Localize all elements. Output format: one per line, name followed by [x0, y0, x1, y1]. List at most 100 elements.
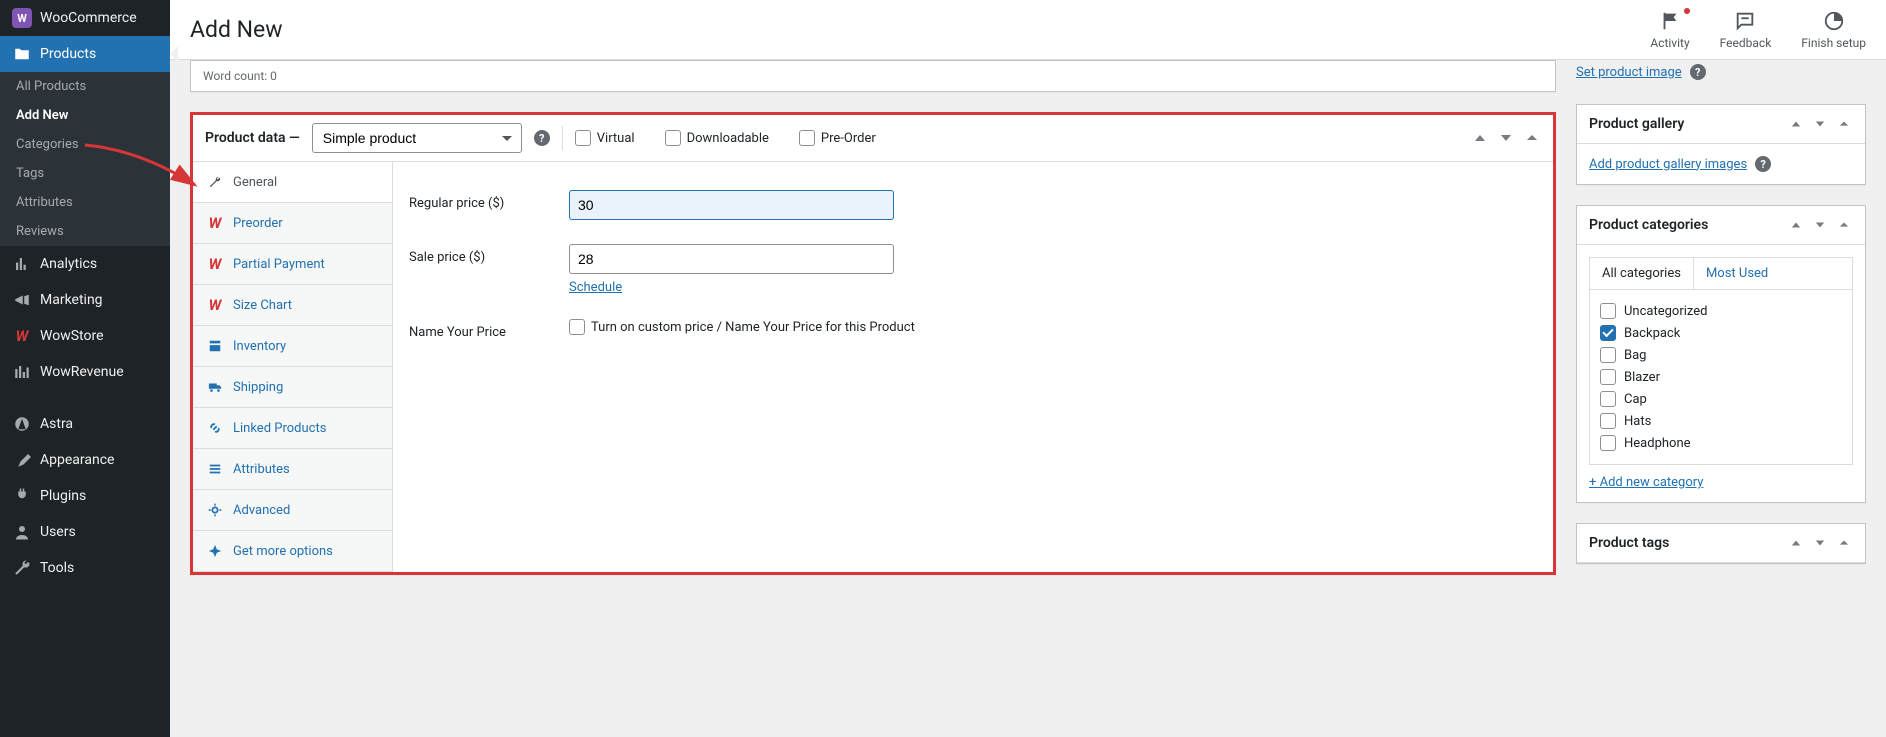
category-label: Bag: [1624, 348, 1646, 363]
tab-shipping[interactable]: Shipping: [193, 367, 392, 408]
toggle-panel-icon[interactable]: [1835, 534, 1853, 552]
category-label: Backpack: [1624, 326, 1680, 341]
tab-size-chart[interactable]: W Size Chart: [193, 285, 392, 326]
category-hats[interactable]: Hats: [1600, 410, 1842, 432]
feedback-button[interactable]: Feedback: [1720, 10, 1772, 50]
move-up-icon[interactable]: [1787, 115, 1805, 133]
sidebar-item-wowstore[interactable]: W WowStore: [0, 318, 170, 354]
sidebar-item-reviews[interactable]: Reviews: [0, 217, 170, 246]
add-gallery-images-link[interactable]: Add product gallery images: [1589, 157, 1747, 172]
wrench-icon: [207, 174, 223, 190]
downloadable-checkbox[interactable]: Downloadable: [665, 130, 769, 146]
toggle-panel-icon[interactable]: [1835, 216, 1853, 234]
woocommerce-logo-icon: W: [12, 8, 32, 28]
tab-preorder[interactable]: W Preorder: [193, 203, 392, 244]
category-bag[interactable]: Bag: [1600, 344, 1842, 366]
toggle-panel-icon[interactable]: [1523, 129, 1541, 147]
name-your-price-checkbox[interactable]: Turn on custom price / Name Your Price f…: [569, 319, 915, 335]
product-data-panel: Product data — Simple product ? Virtual: [190, 112, 1556, 575]
help-icon[interactable]: ?: [1755, 156, 1771, 172]
category-headphone[interactable]: Headphone: [1600, 432, 1842, 454]
product-type-select[interactable]: Simple product: [312, 123, 522, 153]
checkbox-icon: [575, 130, 591, 146]
move-up-icon[interactable]: [1471, 129, 1489, 147]
sidebar-item-add-new[interactable]: Add New: [0, 101, 170, 130]
finish-setup-button[interactable]: Finish setup: [1801, 10, 1866, 50]
schedule-link[interactable]: Schedule: [569, 280, 622, 295]
category-label: Headphone: [1624, 436, 1691, 451]
add-new-category-link[interactable]: + Add new category: [1589, 475, 1853, 490]
wow-icon: W: [207, 297, 223, 313]
move-down-icon[interactable]: [1811, 216, 1829, 234]
sidebar-item-products[interactable]: Products: [0, 36, 170, 72]
wow-icon: W: [207, 215, 223, 231]
sidebar-item-categories[interactable]: Categories: [0, 130, 170, 159]
tab-all-categories[interactable]: All categories: [1590, 258, 1694, 289]
panel-title: Product categories: [1589, 217, 1708, 233]
category-uncategorized[interactable]: Uncategorized: [1600, 300, 1842, 322]
tab-label: Size Chart: [233, 298, 292, 313]
sidebar-item-tools[interactable]: Tools: [0, 550, 170, 586]
checkbox-icon: [1600, 347, 1616, 363]
move-down-icon[interactable]: [1497, 129, 1515, 147]
category-blazer[interactable]: Blazer: [1600, 366, 1842, 388]
sparkle-icon: [207, 543, 223, 559]
tab-partial-payment[interactable]: W Partial Payment: [193, 244, 392, 285]
tab-label: Get more options: [233, 544, 333, 559]
sidebar-label: Tools: [40, 560, 74, 576]
help-icon[interactable]: ?: [1690, 64, 1706, 80]
sale-price-input[interactable]: [569, 244, 894, 274]
sidebar-label: Products: [40, 46, 96, 62]
sidebar-item-astra[interactable]: Astra: [0, 406, 170, 442]
sidebar-item-attributes[interactable]: Attributes: [0, 188, 170, 217]
tab-linked-products[interactable]: Linked Products: [193, 408, 392, 449]
toggle-panel-icon[interactable]: [1835, 115, 1853, 133]
sidebar-item-marketing[interactable]: Marketing: [0, 282, 170, 318]
tab-label: Shipping: [233, 380, 283, 395]
checkbox-icon: [1600, 413, 1616, 429]
regular-price-input[interactable]: [569, 190, 894, 220]
wow-icon: W: [207, 256, 223, 272]
sidebar-item-users[interactable]: Users: [0, 514, 170, 550]
move-down-icon[interactable]: [1811, 115, 1829, 133]
tab-advanced[interactable]: Advanced: [193, 490, 392, 531]
sidebar-item-appearance[interactable]: Appearance: [0, 442, 170, 478]
checkbox-label: Pre-Order: [821, 131, 876, 146]
category-label: Uncategorized: [1624, 304, 1707, 319]
help-icon[interactable]: ?: [534, 130, 550, 146]
astra-icon: [12, 414, 32, 434]
sidebar-item-wowrevenue[interactable]: WowRevenue: [0, 354, 170, 390]
topbar-label: Activity: [1650, 36, 1689, 50]
move-down-icon[interactable]: [1811, 534, 1829, 552]
tab-get-more[interactable]: Get more options: [193, 531, 392, 572]
link-icon: [207, 420, 223, 436]
move-up-icon[interactable]: [1787, 216, 1805, 234]
sidebar-item-woocommerce[interactable]: W WooCommerce: [0, 0, 170, 36]
flag-icon: [1659, 10, 1681, 32]
set-product-image-link[interactable]: Set product image: [1576, 65, 1682, 80]
virtual-checkbox[interactable]: Virtual: [575, 130, 635, 146]
category-backpack[interactable]: Backpack: [1600, 322, 1842, 344]
checkbox-icon: [799, 130, 815, 146]
sidebar-item-all-products[interactable]: All Products: [0, 72, 170, 101]
move-up-icon[interactable]: [1787, 534, 1805, 552]
tab-label: General: [233, 175, 277, 190]
tab-inventory[interactable]: Inventory: [193, 326, 392, 367]
tab-general[interactable]: General: [193, 162, 392, 203]
sidebar-label: WowRevenue: [40, 364, 124, 380]
sidebar-label: Analytics: [40, 256, 97, 272]
tab-most-used[interactable]: Most Used: [1694, 258, 1780, 289]
sidebar-item-plugins[interactable]: Plugins: [0, 478, 170, 514]
plug-icon: [12, 486, 32, 506]
sidebar-item-analytics[interactable]: Analytics: [0, 246, 170, 282]
sidebar-item-tags[interactable]: Tags: [0, 159, 170, 188]
category-cap[interactable]: Cap: [1600, 388, 1842, 410]
brush-icon: [12, 450, 32, 470]
panel-title: Product tags: [1589, 535, 1669, 551]
topbar: Add New Activity Feedback: [170, 0, 1886, 60]
user-icon: [12, 522, 32, 542]
preorder-checkbox[interactable]: Pre-Order: [799, 130, 876, 146]
tab-attributes[interactable]: Attributes: [193, 449, 392, 490]
activity-button[interactable]: Activity: [1650, 10, 1689, 50]
checkbox-label: Downloadable: [687, 131, 769, 146]
